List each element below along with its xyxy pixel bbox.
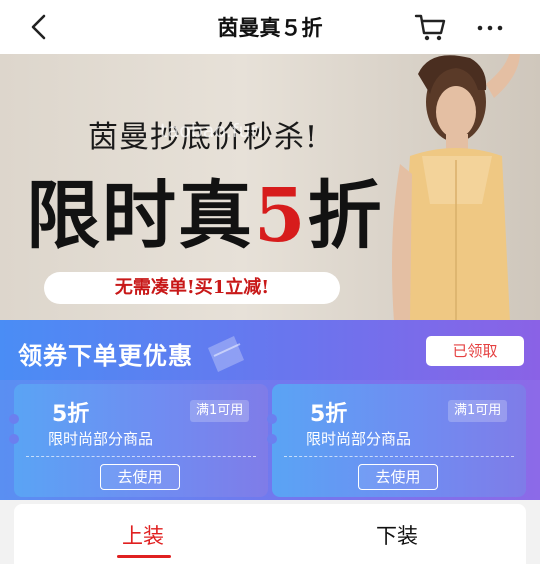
coupon-notch	[267, 434, 277, 444]
banner-pill: 无需凑单!买1立减!	[44, 272, 340, 304]
coupon-notch	[9, 414, 19, 424]
coupon-amount: 5折	[52, 402, 90, 427]
page-title: 茵曼真５折	[217, 16, 323, 40]
model-photo	[392, 54, 521, 322]
coupon-description: 限时尚部分商品	[48, 430, 154, 448]
top-nav-bar: 茵曼真５折	[0, 0, 540, 54]
headline-number: 5	[254, 173, 308, 259]
more-dots-icon[interactable]	[474, 14, 506, 42]
ticket-decoration-icon	[208, 336, 244, 372]
active-tab-indicator	[117, 555, 171, 558]
promo-banner[interactable]: 茵曼抄底价秒杀! taobao.fun 限时真5折 无需凑单!买1立减!	[0, 54, 540, 322]
coupon-condition: 满1可用	[448, 400, 508, 422]
coupon-divider	[26, 456, 256, 457]
coupon-condition: 满1可用	[190, 400, 250, 422]
coupon-divider	[284, 456, 514, 457]
coupon-card: 5折 满1可用 限时尚部分商品 去使用	[9, 384, 268, 497]
use-coupon-button[interactable]: 去使用	[100, 464, 180, 490]
tab-bottoms[interactable]: 下装	[376, 520, 418, 550]
coupon-section-header: 领券下单更优惠 已领取	[0, 320, 540, 380]
headline-suffix: 折	[307, 173, 384, 259]
tab-tops[interactable]: 上装	[122, 520, 164, 550]
coupon-amount: 5折	[310, 402, 348, 427]
cart-icon[interactable]	[414, 12, 448, 42]
use-coupon-button[interactable]: 去使用	[358, 464, 438, 490]
watermark-text: taobao.fun	[160, 120, 263, 142]
coupon-description: 限时尚部分商品	[306, 430, 412, 448]
headline-prefix: 限时真	[26, 173, 254, 259]
coupon-notch	[267, 414, 277, 424]
claimed-button[interactable]: 已领取	[426, 336, 524, 366]
coupon-section-title: 领券下单更优惠	[18, 342, 193, 370]
category-tabs: 上装 下装	[14, 504, 526, 564]
coupon-card: 5折 满1可用 限时尚部分商品 去使用	[267, 384, 526, 497]
banner-headline: 限时真5折	[26, 156, 384, 263]
coupon-notch	[9, 434, 19, 444]
